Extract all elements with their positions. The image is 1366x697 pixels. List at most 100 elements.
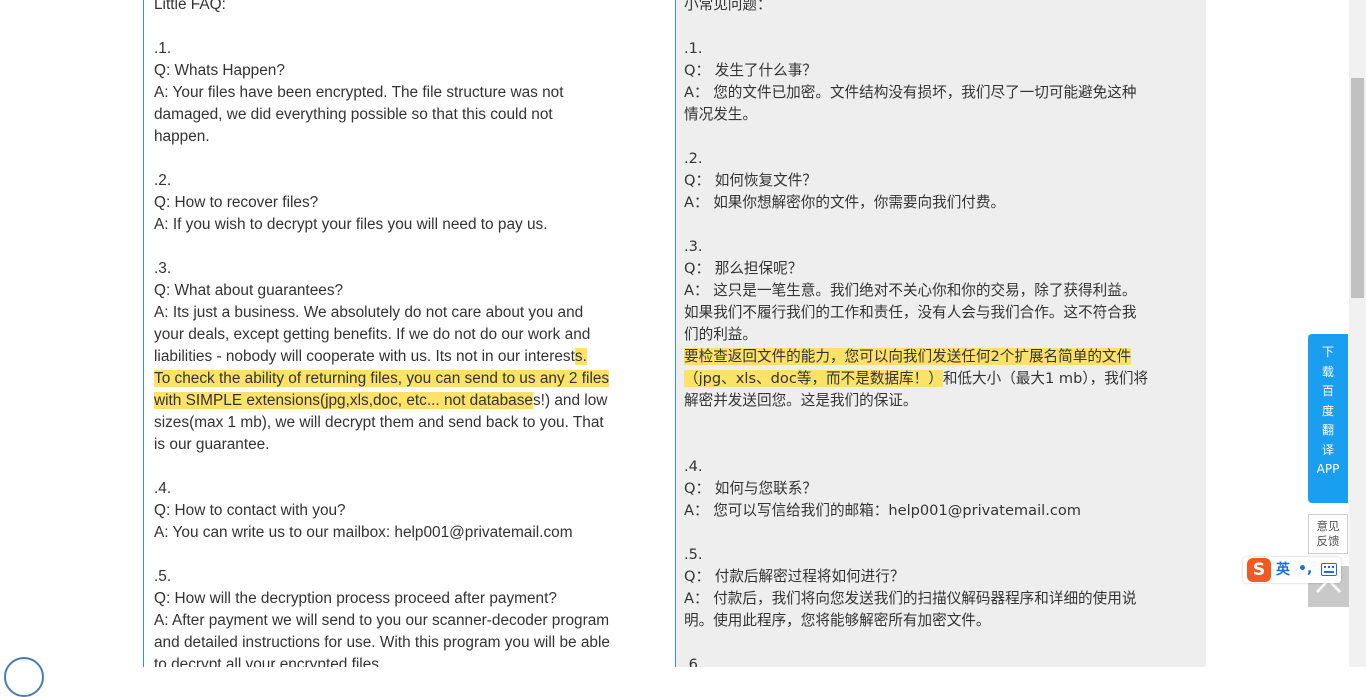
ime-status-bar[interactable]: S 英 •, xyxy=(1243,557,1341,583)
text-line: your deals, except getting benefits. If … xyxy=(154,324,634,346)
text-line-content: A: You can write us to our mailbox: help… xyxy=(154,524,573,541)
text-line-content: A: After payment we will send to you our… xyxy=(154,612,610,629)
text-line: A: You can write us to our mailbox: help… xyxy=(154,522,634,544)
text-line: .3. xyxy=(684,236,1184,258)
text-line: .4. xyxy=(154,478,634,500)
text-line: 们的利益。 xyxy=(684,324,1184,346)
text-line-content: your deals, except getting benefits. If … xyxy=(154,326,591,343)
text-line: to decrypt all your encrypted files. xyxy=(154,654,634,667)
text-line: A: Your files have been encrypted. The f… xyxy=(154,82,634,104)
text-line: .2. xyxy=(154,170,634,192)
text-line-content: Q: Whats Happen? xyxy=(154,62,285,79)
highlighted-text: （jpg、xls、doc等，而不是数据库！） xyxy=(684,370,943,387)
scrollbar-thumb[interactable] xyxy=(1351,78,1364,298)
text-line-content: Q： 付款后解密过程将如何进行？ xyxy=(684,568,905,585)
text-line: 明。使用此程序，您将能够解密所有加密文件。 xyxy=(684,610,1184,632)
feedback-label-line2: 反馈 xyxy=(1316,534,1340,548)
text-line-content: Q: What about guarantees? xyxy=(154,282,344,299)
text-line: Q： 发生了什么事？ xyxy=(684,60,1184,82)
text-line: Q: How to contact with you? xyxy=(154,500,634,522)
feedback-button[interactable]: 意见 反馈 xyxy=(1308,514,1348,554)
text-line: To check the ability of returning files,… xyxy=(154,368,634,390)
text-line: 解密并发送回您。这是我们的保证。 xyxy=(684,390,1184,412)
text-line: Q: How to recover files? xyxy=(154,192,634,214)
highlighted-text: 要检查返回文件的能力，您可以向我们发送任何2个扩展名简单的文件 xyxy=(684,348,1132,365)
keyboard-icon[interactable] xyxy=(1321,563,1337,576)
text-line-content: .4. xyxy=(154,480,172,497)
source-text-pane[interactable]: Little FAQ: .1. Q: Whats Happen? A: Your fi… xyxy=(143,0,676,667)
text-line-content: Q： 如何恢复文件？ xyxy=(684,172,817,189)
text-line: Q： 如何与您联系？ xyxy=(684,478,1184,500)
text-line: A： 如果你想解密你的文件，你需要向我们付费。 xyxy=(684,192,1184,214)
text-line: is our guarantee. xyxy=(154,434,634,456)
text-line-content: A: Your files have been encrypted. The f… xyxy=(154,84,564,101)
text-line-content: .1. xyxy=(154,40,172,57)
text-line: 小常见问题： xyxy=(684,0,1184,16)
translation-pane[interactable]: 小常见问题： .1. Q： 发生了什么事？ A： 您的文件已加密。文件结构没有损坏，我… xyxy=(676,0,1206,667)
text-line: and detailed instructions for use. With … xyxy=(154,632,634,654)
text-line: with SIMPLE extensions(jpg,xls,doc, etc.… xyxy=(154,390,634,412)
sogou-logo-icon: S xyxy=(1247,558,1271,582)
text-line: Q： 如何恢复文件？ xyxy=(684,170,1184,192)
text-line-content: A： 如果你想解密你的文件，你需要向我们付费。 xyxy=(684,194,1006,211)
text-line-content: is our guarantee. xyxy=(154,436,270,453)
text-line-content: sizes(max 1 mb), we will decrypt them an… xyxy=(154,414,604,431)
text-line: 情况发生。 xyxy=(684,104,1184,126)
text-line: A: Its just a business. We absolutely do… xyxy=(154,302,634,324)
text-line-content: .4. xyxy=(684,458,703,475)
text-line-content: Q： 如何与您联系？ xyxy=(684,480,817,497)
text-line-content: 情况发生。 xyxy=(684,106,757,123)
highlighted-text: To check the ability of returning files,… xyxy=(154,370,610,387)
download-baidu-translate-app-button[interactable]: 下载百度翻译 APP xyxy=(1308,334,1348,503)
translation-text-content: 小常见问题： .1. Q： 发生了什么事？ A： 您的文件已加密。文件结构没有损坏，我… xyxy=(684,0,1184,667)
text-line-content: Q: How to recover files? xyxy=(154,194,319,211)
text-line-content: .3. xyxy=(684,238,703,255)
text-line-content: 解密并发送回您。这是我们的保证。 xyxy=(684,392,918,409)
text-line-content: 明。使用此程序，您将能够解密所有加密文件。 xyxy=(684,612,991,629)
text-line: Q： 付款后解密过程将如何进行？ xyxy=(684,566,1184,588)
source-text-content: Little FAQ: .1. Q: Whats Happen? A: Your fi… xyxy=(154,0,634,667)
text-line: .1. xyxy=(684,38,1184,60)
text-line: 要检查返回文件的能力，您可以向我们发送任何2个扩展名简单的文件 xyxy=(684,346,1184,368)
app-label-char: 下 xyxy=(1321,345,1334,359)
text-line: .2. xyxy=(684,148,1184,170)
text-line-content: A： 您的文件已加密。文件结构没有损坏，我们尽了一切可能避免这种 xyxy=(684,84,1137,101)
text-line: Q： 那么担保呢？ xyxy=(684,258,1184,280)
text-line: happen. xyxy=(154,126,634,148)
text-line-content: Q： 那么担保呢？ xyxy=(684,260,803,277)
text-line: A: If you wish to decrypt your files you… xyxy=(154,214,634,236)
feedback-label-line1: 意见 xyxy=(1316,519,1340,533)
text-line-content: liabilities - nobody will cooperate with… xyxy=(154,348,575,365)
text-line-content: A: Its just a business. We absolutely do… xyxy=(154,304,584,321)
text-line-content: .5. xyxy=(154,568,172,585)
text-line-content: Little FAQ: xyxy=(154,0,226,13)
text-line-content: A： 这只是一笔生意。我们绝对不关心你和你的交易，除了获得利益。 xyxy=(684,282,1137,299)
text-line-content: .3. xyxy=(154,260,172,277)
text-line-content: Q: How to contact with you? xyxy=(154,502,346,519)
text-line-content: A： 付款后，我们将向您发送我们的扫描仪解码器程序和详细的使用说 xyxy=(684,590,1137,607)
text-line-content: Q: How will the decryption process proce… xyxy=(154,590,557,607)
text-line: .1. xyxy=(154,38,634,60)
corner-widget-icon[interactable] xyxy=(4,657,44,697)
app-label-char: 度 xyxy=(1321,403,1334,418)
ime-punctuation-toggle[interactable]: •, xyxy=(1298,559,1312,579)
text-line: .5. xyxy=(684,544,1184,566)
page-scrollbar[interactable] xyxy=(1349,0,1366,667)
text-line: .5. xyxy=(154,566,634,588)
text-line-content: and detailed instructions for use. With … xyxy=(154,634,610,651)
text-line: .4. xyxy=(684,456,1184,478)
text-line-tail: s!) and low xyxy=(532,392,608,409)
text-line: .6. xyxy=(684,654,1184,667)
text-line-content: A： 您可以写信给我们的邮箱：help001@privatemail.com xyxy=(684,502,1082,519)
ime-language-toggle[interactable]: 英 xyxy=(1276,560,1290,580)
text-line: A： 付款后，我们将向您发送我们的扫描仪解码器程序和详细的使用说 xyxy=(684,588,1184,610)
